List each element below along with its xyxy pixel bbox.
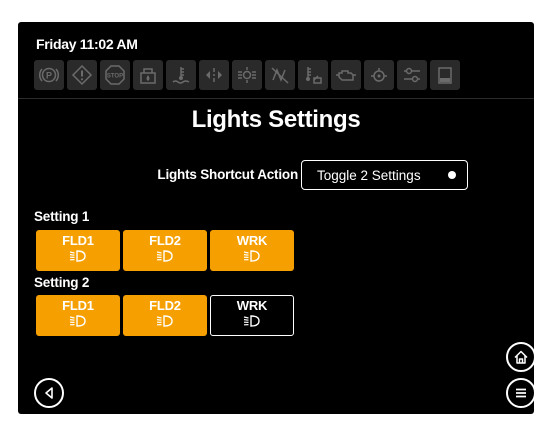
setting-1-label: Setting 1: [34, 209, 90, 224]
engine-icon: [331, 60, 361, 90]
button-label: WRK: [236, 298, 268, 313]
telltale-bar: P STOP: [34, 60, 460, 90]
button-label: FLD2: [149, 233, 181, 248]
display-screen: Friday 11:02 AM P STOP Lights Settings L…: [18, 22, 534, 414]
setting-2-wrk-button[interactable]: WRK: [210, 295, 294, 336]
hazard-lights-icon: [232, 60, 262, 90]
status-time: Friday 11:02 AM: [36, 36, 138, 52]
regen-disabled-icon: [265, 60, 295, 90]
home-button[interactable]: [506, 342, 534, 372]
setting-1-fld1-button[interactable]: FLD1: [36, 230, 120, 271]
shortcut-action-label: Lights Shortcut Action: [157, 167, 298, 182]
back-button[interactable]: [34, 378, 64, 408]
svg-text:P: P: [46, 71, 52, 81]
menu-icon: [516, 388, 526, 398]
menu-button[interactable]: [506, 378, 534, 408]
setting-2-label: Setting 2: [34, 275, 90, 290]
dropdown-dot-icon: [448, 171, 456, 179]
stop-icon: STOP: [100, 60, 130, 90]
turn-signal-icon: [199, 60, 229, 90]
setting-1-fld2-button[interactable]: FLD2: [123, 230, 207, 271]
fuel-water-icon: [133, 60, 163, 90]
stop-icon-text: STOP: [107, 74, 123, 80]
fuel-level-icon: [430, 60, 460, 90]
page-title: Lights Settings: [191, 106, 361, 133]
headlight-icon: [243, 315, 260, 327]
shortcut-action-value: Toggle 2 Settings: [317, 167, 421, 183]
coolant-icon: [166, 60, 196, 90]
headlight-icon: [243, 250, 260, 262]
button-label: FLD2: [149, 298, 181, 313]
oil-pressure-icon: [364, 60, 394, 90]
home-icon: [514, 350, 528, 364]
button-label: FLD1: [62, 233, 94, 248]
setting-1-wrk-button[interactable]: WRK: [210, 230, 294, 271]
transmission-icon: [397, 60, 427, 90]
headlight-icon: [156, 250, 173, 262]
shortcut-action-select[interactable]: Toggle 2 Settings: [301, 160, 468, 190]
headlight-icon: [69, 250, 86, 262]
setting-2-fld2-button[interactable]: FLD2: [123, 295, 207, 336]
warning-icon: [67, 60, 97, 90]
headlight-icon: [69, 315, 86, 327]
setting-2-fld1-button[interactable]: FLD1: [36, 295, 120, 336]
hydraulic-temp-icon: [298, 60, 328, 90]
button-label: WRK: [236, 233, 268, 248]
button-label: FLD1: [62, 298, 94, 313]
park-brake-icon: P: [34, 60, 64, 90]
header-divider: [18, 98, 534, 99]
back-arrow-icon: [45, 387, 53, 399]
headlight-icon: [156, 315, 173, 327]
